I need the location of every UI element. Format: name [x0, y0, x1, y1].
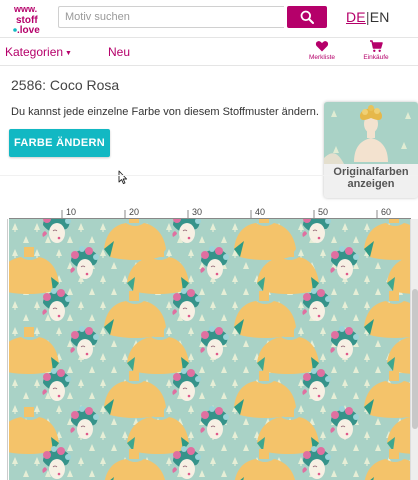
ruler-label: 30	[192, 207, 203, 217]
lang-de-link[interactable]: DE	[346, 9, 366, 25]
shopping-cart-icon	[370, 40, 383, 52]
pattern-canvas	[9, 219, 410, 480]
main-nav: Kategorien ▼ Neu Merkliste Einkäufe	[0, 38, 418, 66]
change-color-button[interactable]: FARBE ÄNDERN	[9, 129, 110, 157]
original-colors-line2: anzeigen	[347, 178, 395, 190]
original-pattern-thumbnail	[324, 102, 418, 164]
preview-scrollbar[interactable]	[410, 219, 418, 480]
scrollbar-thumb[interactable]	[412, 289, 418, 429]
svg-text:www.: www.	[13, 4, 37, 14]
nav-new[interactable]: Neu	[108, 45, 130, 59]
nav-cart[interactable]: Einkäufe	[356, 39, 396, 61]
ruler-label: 60	[381, 207, 392, 217]
nav-categories-label: Kategorien	[5, 45, 64, 59]
original-colors-label: Originalfarben anzeigen	[324, 166, 418, 190]
left-ruler	[0, 219, 8, 480]
search-input[interactable]	[58, 6, 284, 28]
fabric-pattern-preview[interactable]	[9, 219, 410, 480]
chevron-down-icon: ▼	[65, 50, 72, 57]
language-switcher: DE|EN	[346, 9, 390, 25]
nav-wishlist[interactable]: Merkliste	[302, 39, 342, 61]
original-colors-line1: Originalfarben	[333, 166, 409, 178]
nav-categories[interactable]: Kategorien ▼	[5, 45, 72, 59]
ruler-label: 50	[318, 207, 329, 217]
top-ruler: 10 20 30 40 50 60	[9, 207, 411, 219]
search-icon	[300, 10, 314, 24]
section-divider	[0, 175, 418, 176]
logo-graphic: www. stoff .love	[13, 4, 40, 35]
original-colors-card[interactable]: Originalfarben anzeigen	[324, 102, 418, 198]
search-button[interactable]	[287, 6, 327, 28]
nav-cart-label: Einkäufe	[363, 54, 389, 61]
lang-en-link[interactable]: EN	[370, 9, 390, 25]
stofflove-logo[interactable]: www. stoff .love	[12, 3, 48, 35]
pattern-title: 2586: Coco Rosa	[11, 77, 120, 93]
ruler-label: 10	[66, 207, 77, 217]
ruler-label: 20	[129, 207, 140, 217]
site-header: www. stoff .love DE|EN	[0, 0, 418, 38]
nav-wishlist-label: Merkliste	[308, 54, 335, 61]
heart-icon	[315, 41, 329, 52]
svg-text:.love: .love	[17, 25, 40, 35]
mouse-pointer-icon	[118, 170, 128, 185]
pattern-description: Du kannst jede einzelne Farbe von diesem…	[11, 106, 319, 118]
ruler-label: 40	[255, 207, 266, 217]
